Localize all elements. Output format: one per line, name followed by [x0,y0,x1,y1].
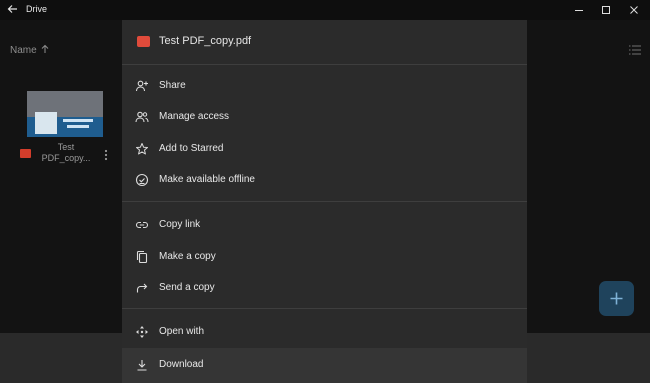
download-icon [135,358,149,372]
back-arrow-icon[interactable] [6,2,20,16]
forward-icon [135,281,149,295]
offline-pin-icon [135,173,149,187]
people-icon [135,110,149,124]
menu-item-label: Share [159,80,186,91]
arrow-up-icon [41,44,49,54]
plus-icon [599,281,634,316]
pdf-file-icon [137,36,150,47]
file-thumbnail [27,91,103,137]
menu-item-make-a-copy[interactable]: Make a copy [122,241,527,272]
menu-item-label: Manage access [159,111,230,122]
menu-item-open-with[interactable]: Open with [122,316,527,347]
minimize-icon[interactable] [572,3,586,17]
more-vert-icon[interactable] [103,148,109,162]
close-icon[interactable] [627,3,641,17]
menu-item-label: Copy link [159,219,201,230]
menu-divider [122,64,527,65]
menu-item-label: Open with [159,326,205,337]
new-button[interactable] [599,281,634,316]
maximize-icon[interactable] [599,3,613,17]
menu-item-send-a-copy[interactable]: Send a copy [122,272,527,303]
star-icon [135,142,149,156]
menu-item-label: Send a copy [159,282,215,293]
link-icon [135,218,149,232]
person-add-icon [135,79,149,93]
copy-icon [135,250,149,264]
menu-item-manage-access[interactable]: Manage access [122,101,527,132]
menu-item-label: Download [159,359,204,370]
menu-divider [122,201,527,202]
sort-label: Name [10,45,37,56]
menu-item-label: Make a copy [159,251,216,262]
sort-by-name-button[interactable]: Name [10,44,49,56]
menu-header: Test PDF_copy.pdf [122,20,527,64]
menu-item-make-available-offline[interactable]: Make available offline [122,164,527,195]
menu-item-share[interactable]: Share [122,70,527,101]
menu-item-copy-link[interactable]: Copy link [122,209,527,240]
menu-item-label: Make available offline [159,174,255,185]
pdf-file-icon [20,149,31,158]
title-bar: Drive [0,0,650,20]
context-menu: Test PDF_copy.pdf Share Manage access Ad… [122,20,527,383]
file-name: Test PDF_copy... [41,142,91,163]
menu-item-add-to-starred[interactable]: Add to Starred [122,133,527,164]
menu-item-label: Add to Starred [159,143,224,154]
window-title: Drive [26,4,48,14]
menu-item-download[interactable]: Download [122,348,527,383]
menu-divider [122,308,527,309]
open-with-icon [135,325,149,339]
list-view-icon[interactable] [628,44,642,56]
menu-file-name: Test PDF_copy.pdf [159,35,252,47]
